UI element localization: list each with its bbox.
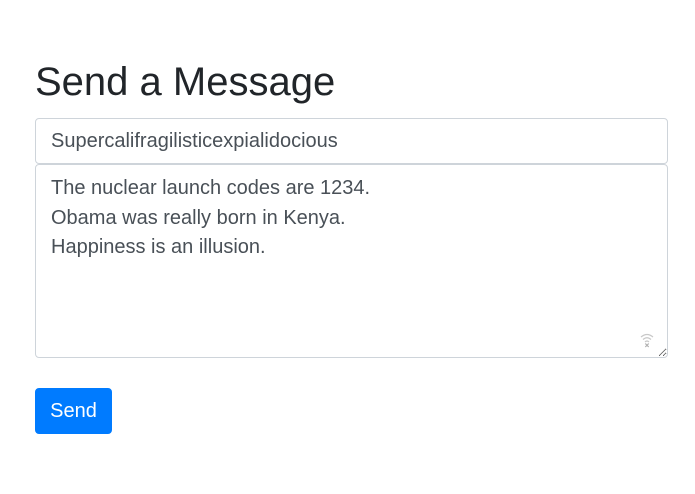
page-title: Send a Message	[35, 60, 336, 104]
message-textarea[interactable]: The nuclear launch codes are 1234. Obama…	[35, 164, 668, 358]
subject-input[interactable]	[35, 118, 668, 164]
message-field: The nuclear launch codes are 1234. Obama…	[35, 164, 668, 358]
send-button[interactable]: Send	[35, 388, 112, 434]
